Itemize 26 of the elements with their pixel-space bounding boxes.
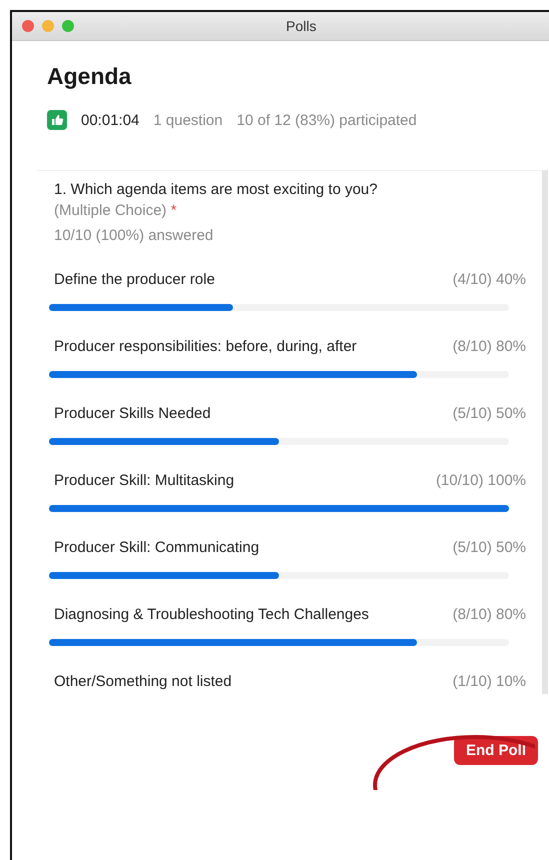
- option-label: Other/Something not listed: [54, 672, 232, 692]
- option-result: (1/10) 10%: [452, 672, 526, 692]
- option-result: (8/10) 80%: [452, 337, 526, 357]
- close-icon[interactable]: [22, 20, 34, 32]
- option-label: Producer Skill: Multitasking: [54, 471, 234, 491]
- option-label: Producer Skills Needed: [54, 404, 211, 424]
- answered-count: 10/10 (100%) answered: [54, 227, 214, 244]
- option-result: (5/10) 50%: [452, 538, 526, 558]
- option-label: Producer responsibilities: before, during, after: [54, 337, 357, 357]
- participation: 10 of 12 (83%) participated: [236, 112, 417, 128]
- timer: 00:01:04: [81, 112, 140, 128]
- option-label: Diagnosing & Troubleshooting Tech Challenges: [54, 605, 369, 625]
- thumbs-up-icon: [47, 110, 67, 130]
- option-result: (5/10) 50%: [452, 404, 526, 424]
- option-label: Define the producer role: [54, 270, 215, 290]
- option-label: Producer Skill: Communicating: [54, 538, 260, 558]
- option-result: (8/10) 80%: [452, 605, 526, 625]
- zoom-icon[interactable]: [62, 20, 74, 32]
- poll-title: Agenda: [47, 63, 132, 90]
- window-title: Polls: [286, 18, 316, 34]
- question-text: 1. Which agenda items are most exciting to you?: [54, 181, 378, 198]
- minimize-icon[interactable]: [42, 20, 54, 32]
- option-result: (10/10) 100%: [436, 471, 526, 491]
- option-result: (4/10) 40%: [452, 270, 526, 290]
- question-type: (Multiple Choice) *: [54, 202, 178, 219]
- question-count: 1 question: [153, 112, 223, 128]
